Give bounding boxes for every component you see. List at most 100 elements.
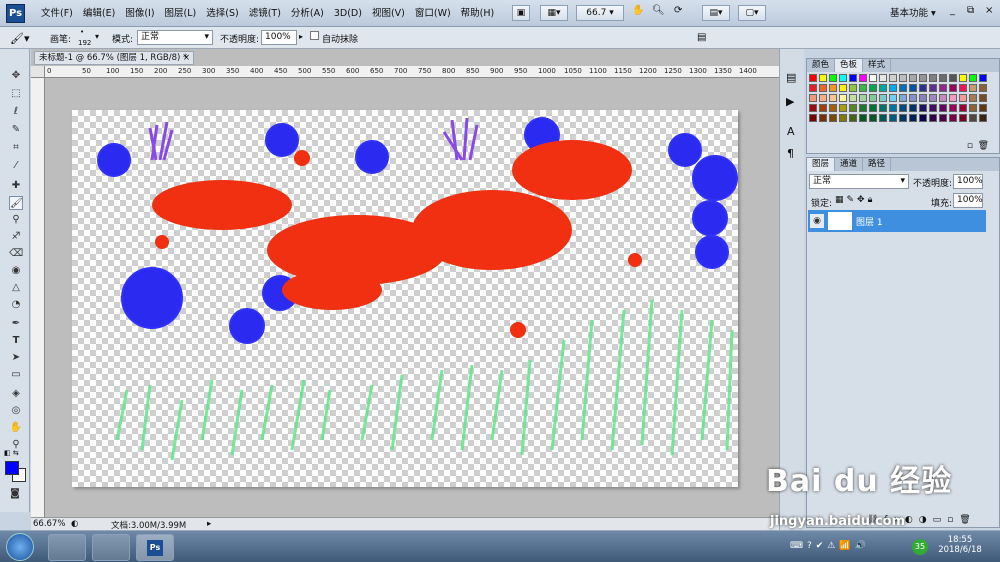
color-swatch[interactable] [979, 84, 987, 92]
color-swatch[interactable] [919, 104, 927, 112]
opacity-input[interactable]: 100% [261, 30, 297, 45]
brush-preset-dot-icon[interactable]: • [80, 28, 84, 36]
color-swatch[interactable] [909, 74, 917, 82]
color-swatch[interactable] [829, 94, 837, 102]
layer-name[interactable]: 图层 1 [856, 215, 883, 228]
color-swatch[interactable] [889, 84, 897, 92]
color-swatch[interactable] [809, 94, 817, 102]
color-swatch[interactable] [939, 104, 947, 112]
zoom-tool-icon[interactable]: 🔍︎ [652, 5, 665, 16]
minimize-button[interactable]: _ [950, 5, 955, 16]
color-swatch[interactable] [969, 114, 977, 122]
color-swatch[interactable] [849, 94, 857, 102]
document-tab[interactable]: 未标题-1 @ 66.7% (图层 1, RGB/8) * × [34, 51, 194, 65]
color-swatch[interactable] [909, 84, 917, 92]
color-swatch[interactable] [849, 114, 857, 122]
shape-tool-icon[interactable]: ▭ [9, 368, 23, 382]
close-icon[interactable]: × [183, 52, 190, 64]
lock-options-icons[interactable]: ▦✎✥🔒︎ [835, 195, 875, 205]
horizontal-ruler[interactable]: 0 50 100 150 200 250 300 350 400 450 500… [45, 66, 802, 78]
default-colors-icon[interactable]: ◧ ⇆ [4, 449, 19, 457]
color-swatch[interactable] [899, 114, 907, 122]
ie-taskbar-icon[interactable] [48, 534, 86, 561]
tray-badge[interactable]: 35 [912, 539, 928, 555]
hand-tool-icon[interactable]: ✋ [632, 5, 644, 16]
color-swatch[interactable] [979, 94, 987, 102]
tab-swatches[interactable]: 色板 [835, 59, 864, 72]
color-swatch[interactable] [959, 114, 967, 122]
color-swatch[interactable] [839, 94, 847, 102]
menu-file[interactable]: 文件(F) [36, 0, 78, 27]
menu-filter[interactable]: 滤镜(T) [244, 0, 286, 27]
tab-styles[interactable]: 样式 [863, 59, 892, 72]
3d-rotate-tool-icon[interactable]: ◈ [9, 387, 23, 401]
history-panel-icon[interactable]: ▤ [786, 71, 796, 84]
3d-orbit-tool-icon[interactable]: ◎ [9, 404, 23, 418]
color-swatch[interactable] [889, 104, 897, 112]
paragraph-panel-icon[interactable]: ¶ [787, 147, 794, 160]
tab-layers[interactable]: 图层 [807, 158, 836, 171]
color-swatch[interactable] [949, 74, 957, 82]
status-info-icon[interactable]: ◐ [71, 519, 78, 529]
hand-tool-icon[interactable]: ✋ [9, 421, 23, 435]
color-swatch[interactable] [939, 94, 947, 102]
color-swatch[interactable] [899, 104, 907, 112]
brush-tool-icon[interactable]: 🖌︎ [9, 196, 23, 210]
color-swatch[interactable] [939, 84, 947, 92]
color-swatch[interactable] [899, 94, 907, 102]
clone-stamp-tool-icon[interactable]: ⚲ [9, 213, 23, 227]
menu-select[interactable]: 选择(S) [201, 0, 243, 27]
color-swatch[interactable] [969, 104, 977, 112]
menu-3d[interactable]: 3D(D) [329, 0, 367, 27]
clock[interactable]: 18:55 2018/6/18 [930, 535, 990, 555]
blur-tool-icon[interactable]: △ [9, 281, 23, 295]
path-select-tool-icon[interactable]: ➤ [9, 351, 23, 365]
dodge-tool-icon[interactable]: ◔ [9, 298, 23, 312]
color-swatch[interactable] [969, 74, 977, 82]
tab-color[interactable]: 颜色 [807, 59, 836, 72]
color-swatch[interactable] [829, 104, 837, 112]
new-swatch-icon[interactable]: ▫ [967, 141, 973, 151]
screen-mode-icon[interactable]: ▢▾ [738, 5, 766, 21]
close-button[interactable]: × [985, 5, 993, 16]
color-swatch[interactable] [869, 84, 877, 92]
lasso-tool-icon[interactable]: ℓ [9, 105, 23, 119]
color-swatch[interactable] [889, 74, 897, 82]
app-taskbar-icon[interactable] [92, 534, 130, 561]
menu-layer[interactable]: 图层(L) [160, 0, 202, 27]
color-swatch[interactable] [969, 84, 977, 92]
color-swatch[interactable] [839, 114, 847, 122]
color-swatch[interactable] [819, 84, 827, 92]
healing-brush-tool-icon[interactable]: ✚ [9, 179, 23, 193]
color-swatch[interactable] [849, 84, 857, 92]
color-swatch[interactable] [849, 104, 857, 112]
restore-button[interactable]: ⧉ [967, 5, 974, 16]
color-swatch[interactable] [939, 74, 947, 82]
color-swatch[interactable] [929, 74, 937, 82]
zoom-level-select[interactable]: 66.7 ▾ [576, 5, 624, 21]
color-swatch[interactable] [859, 94, 867, 102]
view-extras-icon[interactable]: ▦▾ [540, 5, 568, 21]
color-swatch[interactable] [899, 74, 907, 82]
color-swatch[interactable] [959, 74, 967, 82]
pen-tool-icon[interactable]: ✒ [9, 317, 23, 331]
color-swatch[interactable] [819, 94, 827, 102]
move-tool-icon[interactable]: ✥ [9, 69, 23, 83]
system-tray-icons[interactable]: ⌨?✔⚠📶🔊 [790, 541, 870, 551]
status-menu-chevron-icon[interactable]: ▸ [207, 519, 211, 529]
quick-mask-icon[interactable]: ◙ [8, 487, 22, 501]
color-swatch[interactable] [949, 84, 957, 92]
color-swatch[interactable] [929, 114, 937, 122]
marquee-tool-icon[interactable]: ⬚ [9, 87, 23, 101]
color-swatch[interactable] [919, 84, 927, 92]
quick-select-tool-icon[interactable]: ✎ [9, 123, 23, 137]
rotate-view-icon[interactable]: ⟳ [674, 5, 682, 16]
color-swatch[interactable] [859, 104, 867, 112]
color-swatch[interactable] [809, 84, 817, 92]
color-swatch[interactable] [919, 94, 927, 102]
color-swatch[interactable] [939, 114, 947, 122]
workspace-switcher[interactable]: 基本功能 ▾ [890, 5, 936, 19]
brush-tool-icon[interactable]: 🖌︎▾ [10, 32, 30, 45]
color-swatch[interactable] [879, 84, 887, 92]
bridge-icon[interactable]: ▣ [512, 5, 530, 21]
